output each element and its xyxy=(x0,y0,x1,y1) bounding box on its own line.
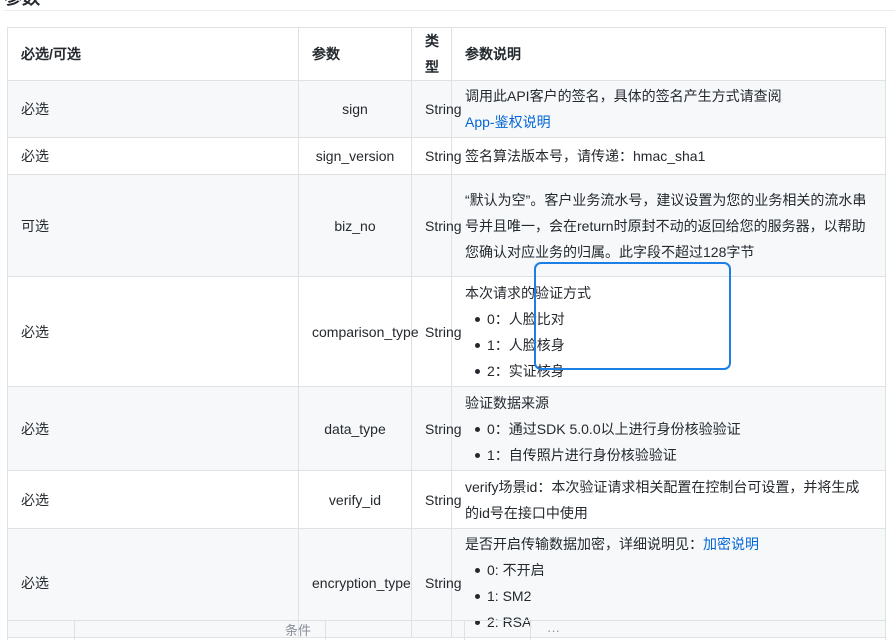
cell-required: 必选 xyxy=(7,80,299,138)
cell-divider xyxy=(74,620,75,640)
option-list: 0：人脸比对 1：人脸核身 2：实证核身 xyxy=(465,306,872,384)
partial-cell-text: 条件 xyxy=(285,623,312,638)
section-heading: 参数 xyxy=(4,0,40,8)
header-desc: 参数说明 xyxy=(451,27,886,81)
option-list: 0：通过SDK 5.0.0以上进行身份核验验证 1：自传照片进行身份核验验证 xyxy=(465,416,872,468)
cell-desc: 验证数据来源 0：通过SDK 5.0.0以上进行身份核验验证 1：自传照片进行身… xyxy=(451,386,886,471)
list-item: 1: SM2 xyxy=(475,583,872,609)
header-required: 必选/可选 xyxy=(7,27,299,81)
table-header-row: 必选/可选 参数 类型 参数说明 xyxy=(7,27,886,81)
table-row: 必选 sign String 调用此API客户的签名，具体的签名产生方式请查阅 … xyxy=(7,80,886,138)
parameters-table: 必选/可选 参数 类型 参数说明 必选 sign String 调用此API客户… xyxy=(7,27,886,638)
cell-divider xyxy=(885,620,886,640)
table-row: 必选 data_type String 验证数据来源 0：通过SDK 5.0.0… xyxy=(7,386,886,471)
desc-text: “默认为空”。客户业务流水号，建议设置为您的业务相关的流水串号并且唯一，会在re… xyxy=(465,191,867,260)
table-row: 必选 sign_version String 签名算法版本号，请传递：hmac_… xyxy=(7,137,886,175)
cell-divider xyxy=(464,620,465,640)
encryption-doc-link[interactable]: 加密说明 xyxy=(703,536,759,552)
partial-next-row: 条件 ··· xyxy=(7,620,886,640)
list-item: 0：人脸比对 xyxy=(475,306,872,332)
desc-text: 本次请求的验证方式 xyxy=(465,284,591,301)
partial-cell-text: ··· xyxy=(547,623,560,638)
auth-doc-link[interactable]: App-鉴权说明 xyxy=(465,114,551,130)
list-item: 1：自传照片进行身份核验验证 xyxy=(475,442,872,468)
row-top-border xyxy=(7,620,886,621)
desc-text: verify场景id：本次验证请求相关配置在控制台可设置，并将生成的id号在接口… xyxy=(465,478,860,521)
cell-desc: 本次请求的验证方式 0：人脸比对 1：人脸核身 2：实证核身 xyxy=(451,276,886,387)
cell-required: 必选 xyxy=(7,470,299,529)
cell-type: String xyxy=(411,80,462,138)
cell-type: String xyxy=(411,470,462,529)
cell-param: sign xyxy=(298,80,412,138)
cell-divider xyxy=(530,620,531,640)
cell-divider xyxy=(7,620,8,640)
cell-type: String xyxy=(411,386,462,471)
cell-type: String xyxy=(411,137,462,175)
cell-param: data_type xyxy=(298,386,412,471)
table-row: 必选 comparison_type String 本次请求的验证方式 0：人脸… xyxy=(7,276,886,387)
desc-text: 调用此API客户的签名，具体的签名产生方式请查阅 xyxy=(465,88,782,104)
cell-param: sign_version xyxy=(298,137,412,175)
cell-required: 必选 xyxy=(7,386,299,471)
table-row: 必选 verify_id String verify场景id：本次验证请求相关配… xyxy=(7,470,886,529)
list-item: 0：通过SDK 5.0.0以上进行身份核验验证 xyxy=(475,416,872,442)
cell-type: String xyxy=(411,174,462,277)
cell-required: 必选 xyxy=(7,276,299,387)
cell-param: comparison_type xyxy=(298,276,419,387)
cell-param: biz_no xyxy=(298,174,412,277)
table-row: 可选 biz_no String “默认为空”。客户业务流水号，建议设置为您的业… xyxy=(7,174,886,277)
list-item: 2：实证核身 xyxy=(475,358,872,384)
list-item: 0: 不开启 xyxy=(475,557,872,583)
cell-desc: 调用此API客户的签名，具体的签名产生方式请查阅 App-鉴权说明 xyxy=(451,80,886,138)
cell-param: verify_id xyxy=(298,470,412,529)
cell-desc: verify场景id：本次验证请求相关配置在控制台可设置，并将生成的id号在接口… xyxy=(451,470,886,529)
header-param: 参数 xyxy=(298,27,412,81)
desc-text: 验证数据来源 xyxy=(465,394,549,411)
heading-divider xyxy=(4,10,895,11)
cell-desc: “默认为空”。客户业务流水号，建议设置为您的业务相关的流水串号并且唯一，会在re… xyxy=(451,174,886,277)
list-item: 1：人脸核身 xyxy=(475,332,872,358)
header-type: 类型 xyxy=(411,27,452,81)
cell-divider xyxy=(325,620,326,640)
desc-text: 签名算法版本号，请传递：hmac_sha1 xyxy=(465,148,706,164)
desc-text: 是否开启传输数据加密，详细说明见： xyxy=(465,536,703,552)
cell-desc: 签名算法版本号，请传递：hmac_sha1 xyxy=(451,137,886,175)
cell-required: 必选 xyxy=(7,137,299,175)
cell-required: 可选 xyxy=(7,174,299,277)
